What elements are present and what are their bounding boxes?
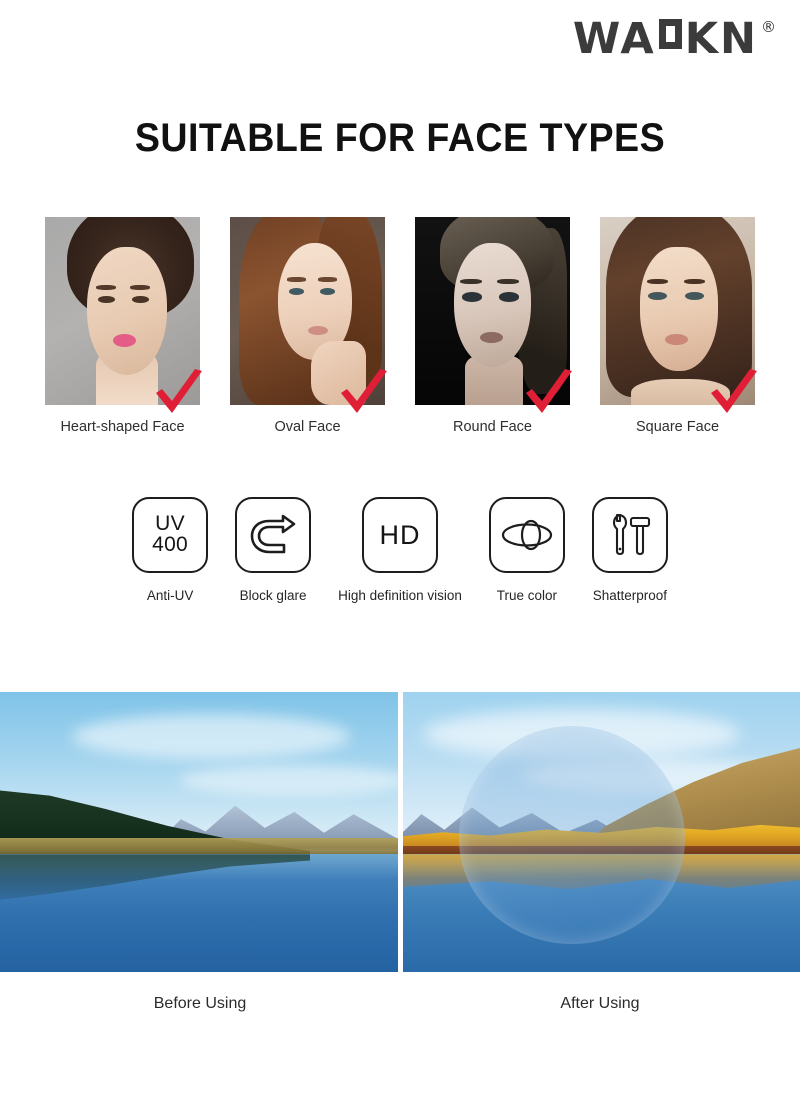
left-eyebrow: [646, 279, 669, 285]
face-type-card-square: Square Face: [600, 217, 757, 435]
u-turn-arrow-icon: [235, 497, 312, 573]
left-eyebrow: [287, 277, 306, 282]
feature-label: Shatterproof: [592, 588, 668, 603]
face-type-card-oval: Oval Face: [230, 217, 387, 435]
lips: [480, 331, 504, 343]
feature-label: High definition vision: [338, 588, 462, 603]
face-type-label: Square Face: [635, 419, 720, 435]
red-check-icon: [341, 369, 387, 413]
right-eyebrow: [130, 284, 151, 290]
left-eyebrow: [459, 279, 482, 285]
right-eyebrow: [318, 277, 337, 282]
feature-block-glare: Block glare: [235, 497, 312, 603]
feature-label: Block glare: [239, 588, 307, 603]
uv-line-1: UV: [155, 512, 185, 536]
uv400-icon: UV 400: [132, 497, 209, 573]
uv400-text: UV 400: [152, 514, 188, 555]
before-using-image: [0, 692, 398, 972]
face-type-card-round: Round Face: [415, 217, 572, 435]
round-face-photo: [415, 217, 572, 413]
feature-shatterproof: Shatterproof: [591, 497, 668, 603]
heart-shaped-face-photo: [45, 217, 202, 413]
after-using-label: After Using: [560, 995, 640, 1012]
left-eyebrow: [96, 284, 117, 290]
square-face-photo: [600, 217, 757, 413]
brand-logo: WA KN ®: [572, 13, 778, 64]
overlapping-ellipses-icon: [488, 497, 565, 573]
right-eye: [498, 292, 519, 302]
face-shape: [640, 247, 718, 372]
brand-square-o-letter: [658, 18, 682, 49]
oval-face-photo: [230, 217, 387, 413]
brand-header: WA KN ®: [0, 0, 800, 78]
lips: [665, 333, 689, 345]
hd-text: HD: [379, 519, 421, 550]
feature-label: Anti-UV: [146, 588, 194, 603]
wrench-hammer-icon: [591, 497, 668, 573]
hd-icon: HD: [361, 497, 438, 573]
red-check-icon: [526, 369, 572, 413]
right-eye: [685, 292, 704, 301]
face-shape: [86, 247, 168, 375]
uv-line-2: 400: [152, 533, 189, 556]
page-title: SUITABLE FOR FACE TYPES: [134, 116, 666, 160]
cloud: [71, 714, 351, 760]
face-type-label: Oval Face: [274, 419, 341, 435]
before-after-comparison: [0, 692, 800, 972]
face-shape: [453, 243, 532, 368]
left-eye: [648, 292, 667, 301]
brand-letters-suffix: KN: [684, 13, 758, 64]
wrench-hammer-glyph: [612, 513, 650, 556]
features-row: UV 400 Anti-UV Block glare HD High defin…: [0, 497, 800, 603]
registered-trademark-icon: ®: [761, 17, 778, 36]
u-turn-arrow-glyph: [250, 514, 296, 554]
face-type-card-heart-shaped: Heart-shaped Face: [45, 217, 202, 435]
face-type-label: Heart-shaped Face: [60, 419, 185, 435]
face-types-row: Heart-shaped Face Oval Face Round Face S…: [0, 217, 800, 435]
feature-anti-uv: UV 400 Anti-UV: [132, 497, 209, 603]
lips: [113, 333, 137, 347]
brand-letters-prefix: WA: [572, 13, 656, 64]
overlapping-ellipses-glyph: [501, 519, 553, 551]
cloud: [179, 764, 398, 796]
right-eyebrow: [497, 279, 519, 285]
before-using-label: Before Using: [153, 995, 247, 1012]
feature-label: True color: [496, 588, 558, 603]
comparison-labels-row: Before Using After Using: [0, 995, 800, 1013]
lens-overlay-shape: [458, 725, 685, 944]
after-using-image: [403, 692, 800, 972]
feature-high-definition-vision: HD High definition vision: [338, 497, 462, 603]
red-check-icon: [156, 369, 202, 413]
feature-true-color: True color: [488, 497, 565, 603]
red-check-icon: [711, 369, 757, 413]
left-eye: [461, 292, 482, 302]
face-type-label: Round Face: [453, 419, 532, 435]
